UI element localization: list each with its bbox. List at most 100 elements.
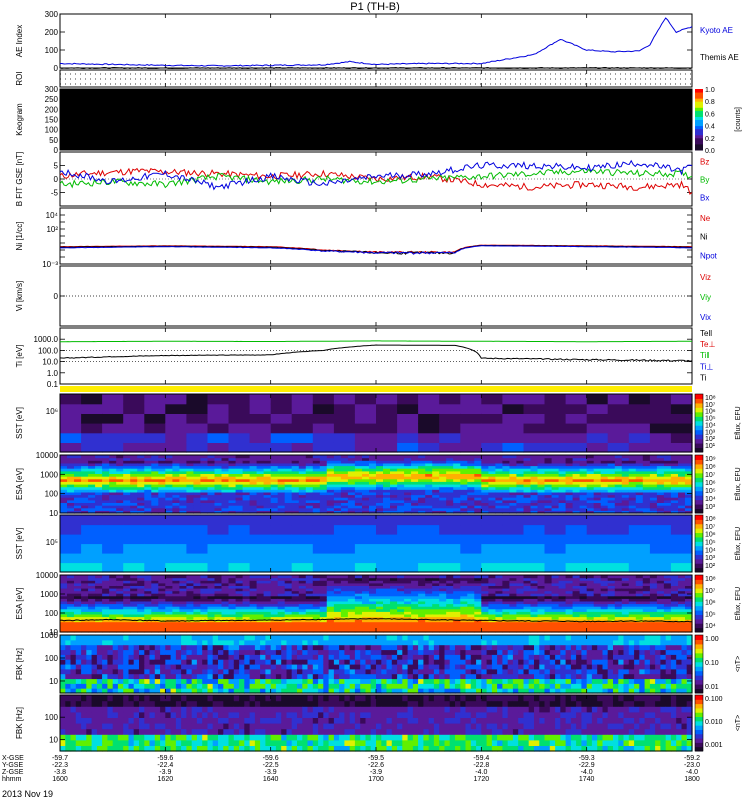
sst_e-cell xyxy=(587,423,609,433)
bfield-series-Bx xyxy=(60,161,692,190)
sst_i-cell xyxy=(208,553,230,563)
sst_i-cell xyxy=(292,515,314,525)
keogram-colorbar-label: 0.2 xyxy=(705,136,715,143)
sst_e-cell xyxy=(545,394,567,404)
fbk_b-cell xyxy=(60,650,66,655)
sst_e-cell xyxy=(650,433,672,443)
keogram-colorbar-cell xyxy=(695,129,703,133)
sst_e-cell xyxy=(524,442,546,452)
sst_e-cell xyxy=(376,413,398,423)
sst_i-cell xyxy=(397,525,419,535)
sst_e-cell xyxy=(229,404,251,414)
esa_e-colorbar-cell xyxy=(695,455,703,458)
sst_i-cell xyxy=(229,525,251,535)
fbk_b-cell xyxy=(76,679,82,684)
sst_e-cell xyxy=(81,394,103,404)
sst_i-cell xyxy=(566,534,588,544)
sst_e-cell xyxy=(165,442,187,452)
sst_i-cell xyxy=(418,553,440,563)
sst_i-cell xyxy=(102,544,124,554)
fbk_b-cell xyxy=(86,635,92,640)
fbk_b-cell xyxy=(71,635,77,640)
sst_i-cell xyxy=(650,553,672,563)
sst_i-cell xyxy=(502,553,524,563)
fbk_b-cell xyxy=(123,683,129,688)
sst_i-cell xyxy=(229,544,251,554)
sst_i-cell xyxy=(460,525,482,535)
sst_e-cell xyxy=(566,423,588,433)
sst_e-cell xyxy=(144,423,166,433)
fbk_b-cell xyxy=(71,659,77,664)
sst_i-cell xyxy=(376,563,398,573)
esa_i-ytick-label: 100 xyxy=(45,609,59,618)
sst_e-cell xyxy=(629,442,651,452)
fbk_b-cell xyxy=(113,640,119,645)
sst_i-cell xyxy=(481,534,503,544)
sst_i-cell xyxy=(271,525,293,535)
sst_i-cell xyxy=(545,544,567,554)
sst_i-cell xyxy=(123,515,145,525)
sst_e-cell xyxy=(229,423,251,433)
keogram-ytick-label: 0 xyxy=(54,146,59,155)
sst_i-cell xyxy=(566,544,588,554)
temperature-ytick-label: 0.1 xyxy=(47,380,59,389)
fbk_b-cell xyxy=(86,650,92,655)
sst_e-cell xyxy=(313,442,335,452)
esa_i-ytick-label: 10000 xyxy=(36,571,59,580)
sst_e-cell xyxy=(186,413,208,423)
sst_e-cell xyxy=(60,423,82,433)
sst_i-cell xyxy=(587,544,609,554)
sst_e-cell xyxy=(545,442,567,452)
sst_e-cell xyxy=(334,442,356,452)
sst_e-cell xyxy=(418,413,440,423)
sst_e-cell xyxy=(587,433,609,443)
sst_e-cell xyxy=(186,433,208,443)
fbk_b-cell xyxy=(81,645,87,650)
sst_e-cell xyxy=(355,394,377,404)
fbk_b-cell xyxy=(65,645,71,650)
sst_e-cell xyxy=(208,404,230,414)
sst_i-cell xyxy=(271,515,293,525)
ae-frame xyxy=(60,14,692,68)
sst_e-cell xyxy=(418,404,440,414)
fbk_b-cell xyxy=(71,669,77,674)
fbk_b-cell xyxy=(118,679,124,684)
sst_i-cell xyxy=(502,563,524,573)
sst_e-cell xyxy=(123,394,145,404)
fbk_b-cell xyxy=(129,654,135,659)
sst_i-cell xyxy=(587,525,609,535)
fbk_b-cell xyxy=(102,654,108,659)
sst_e-cell xyxy=(481,433,503,443)
ae-ylabel: AE Index xyxy=(15,25,24,57)
fbk_b-cell xyxy=(118,654,124,659)
sst_e-cell xyxy=(397,404,419,414)
keogram-colorbar-cell xyxy=(695,92,703,96)
sst_i-cell xyxy=(60,515,82,525)
sst_e-cell xyxy=(334,394,356,404)
sst_i-cell xyxy=(102,525,124,535)
bfield-ytick-label: 5 xyxy=(54,162,59,171)
ae-ytick-label: 300 xyxy=(45,10,59,19)
sst_i-cell xyxy=(165,544,187,554)
sst_i-cell xyxy=(608,534,630,544)
sst_i-cell xyxy=(524,553,546,563)
sst_i-cell xyxy=(439,525,461,535)
ae-ytick-label: 200 xyxy=(45,28,59,37)
sst_e-cell xyxy=(439,433,461,443)
fbk_b-cell xyxy=(118,669,124,674)
sst_e-cell xyxy=(165,394,187,404)
fbk_b-cell xyxy=(76,669,82,674)
fbk_b-cell xyxy=(86,659,92,664)
esa_i-ytick-label: 1000 xyxy=(40,590,58,599)
sst_i-cell xyxy=(334,553,356,563)
fbk_b-cell xyxy=(81,669,87,674)
keogram-ytick-label: 250 xyxy=(45,95,59,104)
esa_e-colorbar-label: 10⁴ xyxy=(705,496,716,503)
sst_e-cell xyxy=(418,433,440,443)
fbk_b-cell xyxy=(118,674,124,679)
fbk_b-cell xyxy=(97,645,103,650)
sst_i-colorbar-cell xyxy=(695,515,703,518)
sst_e-cell xyxy=(629,394,651,404)
sst_e-cell xyxy=(418,423,440,433)
keogram-colorbar-cell xyxy=(695,123,703,127)
